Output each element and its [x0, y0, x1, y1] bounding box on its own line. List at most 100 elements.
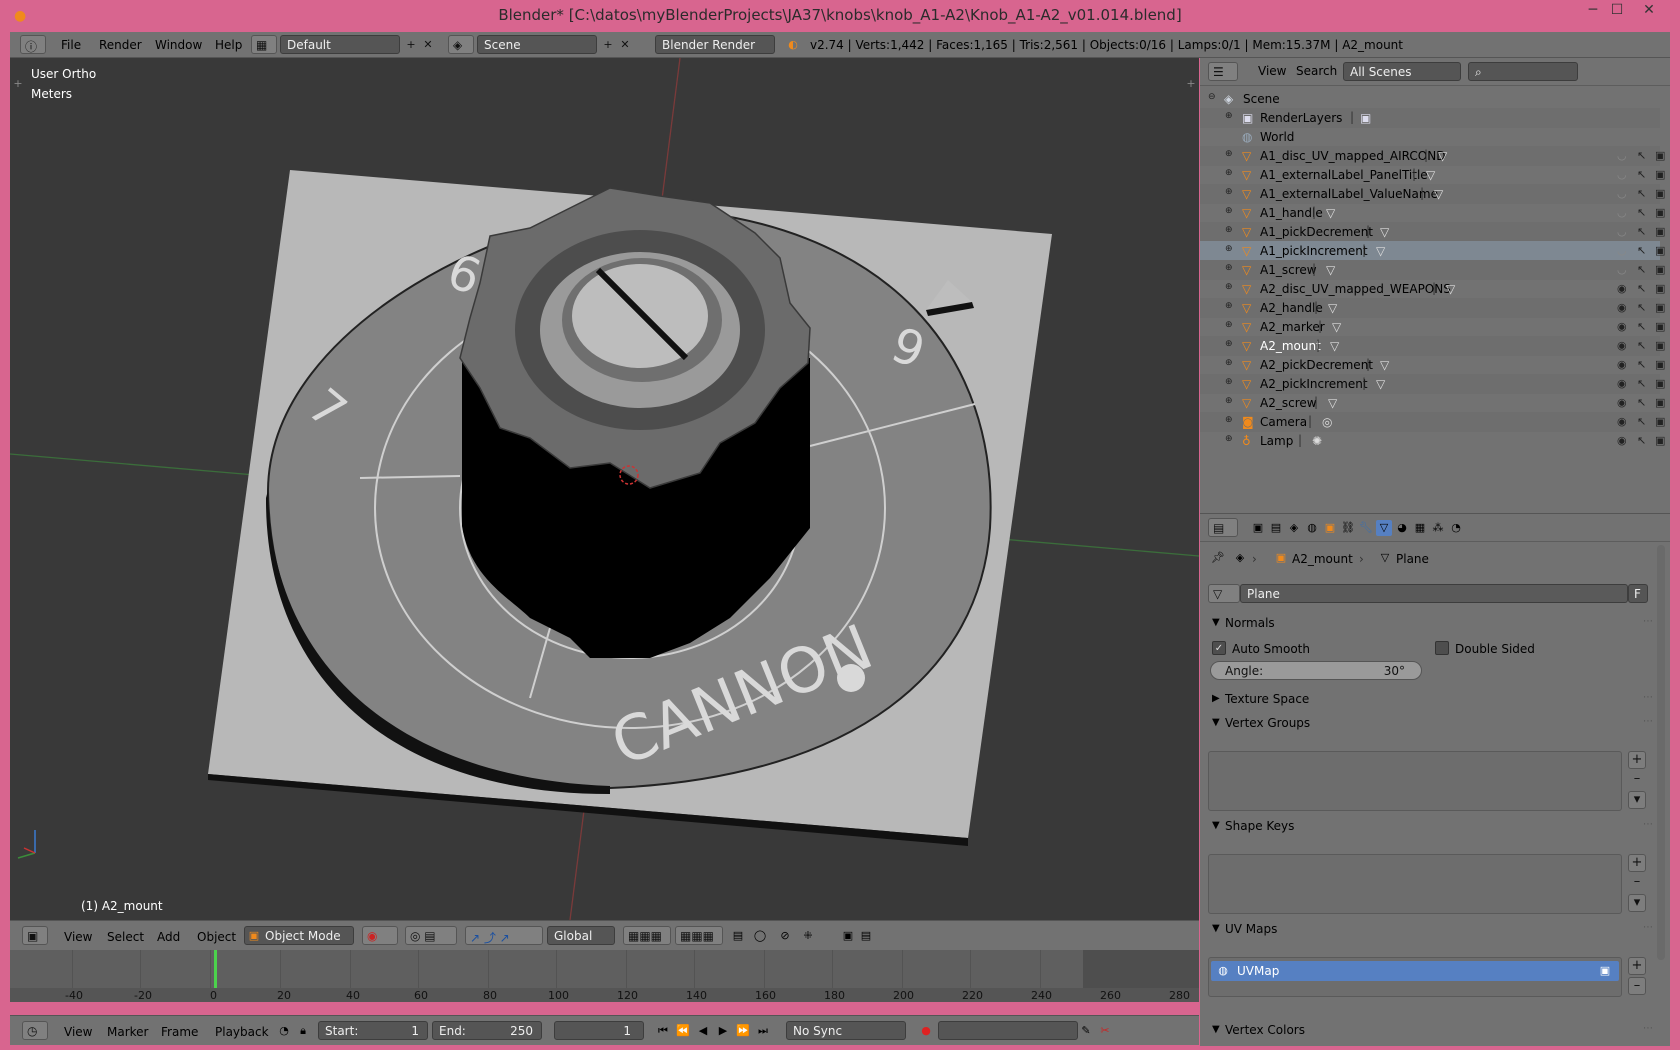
selectable-icon[interactable]: ↖	[1637, 358, 1646, 371]
visibility-icon[interactable]: ◡	[1617, 187, 1627, 200]
outliner-item-mesh[interactable]: ⊕ ▽ A2_handle | ▽ ◉ ↖ ▣	[1200, 298, 1665, 318]
selectable-icon[interactable]: ↖	[1637, 282, 1646, 295]
uv-map-add-button[interactable]: +	[1628, 957, 1646, 975]
shape-keys-list[interactable]	[1208, 854, 1622, 914]
menu-select[interactable]: Select	[107, 930, 144, 944]
visibility-icon[interactable]: ◡	[1617, 149, 1627, 162]
insert-keyframe-icon[interactable]: ✎	[1078, 1023, 1094, 1039]
outliner-item-mesh[interactable]: ⊕ ▽ A1_pickIncrement | ▽ ◡ ↖ ▣	[1200, 241, 1665, 261]
expand-icon[interactable]: ⊕	[1225, 320, 1233, 330]
outliner-item-lamp[interactable]: ⊕ ♁ Lamp | ✺ ◉ ↖ ▣	[1200, 431, 1665, 451]
selectable-icon[interactable]: ↖	[1637, 396, 1646, 409]
close-button[interactable]: ✕	[1636, 2, 1662, 24]
outliner-display-mode-dropdown[interactable]: All Scenes	[1343, 62, 1461, 81]
selectable-icon[interactable]: ↖	[1637, 434, 1646, 447]
shape-key-menu-button[interactable]: ▾	[1628, 894, 1646, 912]
uv-maps-panel-header[interactable]: ▼ UV Maps ⋯	[1207, 919, 1657, 941]
expand-icon[interactable]: ⊕	[1225, 396, 1233, 406]
outliner-item-mesh[interactable]: ⊕ ▽ A2_pickIncrement | ▽ ◉ ↖ ▣	[1200, 374, 1665, 394]
render-tab-icon[interactable]: ▣	[1250, 520, 1266, 536]
layout-selector-icon[interactable]: ▦	[251, 35, 277, 54]
expand-icon[interactable]: ⊕	[1225, 377, 1233, 387]
renderable-icon[interactable]: ▣	[1655, 168, 1665, 181]
menu-window[interactable]: Window	[155, 38, 202, 52]
snap-element-icon[interactable]: ⁜	[800, 928, 816, 944]
selectable-icon[interactable]: ↖	[1637, 244, 1646, 257]
visibility-icon[interactable]: ◡	[1617, 206, 1627, 219]
minimize-button[interactable]: ─	[1580, 2, 1606, 24]
outliner-menu-view[interactable]: View	[1258, 64, 1286, 78]
visibility-icon[interactable]: ◡	[1617, 168, 1627, 181]
selectable-icon[interactable]: ↖	[1637, 377, 1646, 390]
editor-type-info-button[interactable]: ⓘ	[20, 35, 46, 54]
uv-map-remove-button[interactable]: –	[1628, 977, 1646, 995]
menu-add[interactable]: Add	[157, 930, 180, 944]
visibility-icon[interactable]: ◉	[1617, 396, 1627, 409]
start-frame-field[interactable]: Start: 1	[318, 1021, 428, 1040]
current-frame-indicator[interactable]	[214, 950, 217, 990]
selectable-icon[interactable]: ↖	[1637, 187, 1646, 200]
uv-maps-list[interactable]: ◍ UVMap ▣	[1208, 957, 1622, 997]
menu-help[interactable]: Help	[215, 38, 242, 52]
scene-field[interactable]: Scene	[477, 35, 597, 54]
remove-layout-icon[interactable]: ✕	[420, 37, 436, 53]
visibility-icon[interactable]: ◉	[1617, 434, 1627, 447]
timeline-area[interactable]: -40 -20 0 20 40 60 80 100 120 140 160 18…	[10, 950, 1199, 1002]
sync-mode-dropdown[interactable]: No Sync	[786, 1021, 906, 1040]
proportional-edit-icon[interactable]: ◯	[752, 928, 768, 944]
renderable-icon[interactable]: ▣	[1655, 434, 1665, 447]
vertex-colors-panel-header[interactable]: ▼ Vertex Colors ⋯	[1207, 1020, 1657, 1042]
visibility-icon[interactable]: ◉	[1617, 282, 1627, 295]
menu-file[interactable]: File	[61, 38, 81, 52]
texture-tab-icon[interactable]: ▦	[1412, 520, 1428, 536]
renderable-icon[interactable]: ▣	[1655, 358, 1665, 371]
expand-icon[interactable]: ⊕	[1225, 149, 1233, 159]
normals-panel-header[interactable]: ▼ Normals ⋯	[1207, 613, 1657, 635]
renderable-icon[interactable]: ▣	[1655, 377, 1665, 390]
vertex-group-menu-button[interactable]: ▾	[1628, 791, 1646, 809]
properties-scrollbar[interactable]	[1657, 545, 1665, 960]
render-engine-dropdown[interactable]: Blender Render	[655, 35, 775, 54]
timeline-menu-view[interactable]: View	[64, 1025, 92, 1039]
editor-type-properties-button[interactable]: ▤	[1208, 518, 1238, 537]
expand-icon[interactable]: ⊕	[1225, 187, 1233, 197]
visibility-icon[interactable]: ◡	[1617, 225, 1627, 238]
outliner-item-mesh[interactable]: ⊕ ▽ A1_externalLabel_ValueName | ▽ ◡ ↖ ▣	[1200, 184, 1665, 204]
selectable-icon[interactable]: ↖	[1637, 149, 1646, 162]
visibility-icon[interactable]: ◡	[1617, 244, 1627, 257]
outliner-item-mesh[interactable]: ⊕ ▽ A2_disc_UV_mapped_WEAPONS | ▽ ◉ ↖ ▣	[1200, 279, 1665, 299]
renderable-icon[interactable]: ▣	[1655, 244, 1665, 257]
shape-key-add-button[interactable]: +	[1628, 854, 1646, 872]
uv-map-row-selected[interactable]: ◍ UVMap ▣	[1211, 961, 1619, 981]
mesh-data-tab-icon[interactable]: ▽	[1376, 520, 1392, 536]
selectable-icon[interactable]: ↖	[1637, 320, 1646, 333]
editor-type-timeline-button[interactable]: ◷	[22, 1021, 48, 1040]
mesh-datablock-field[interactable]: Plane	[1240, 584, 1628, 603]
material-tab-icon[interactable]: ◕	[1394, 520, 1410, 536]
lock-layers-icon[interactable]: ▤	[730, 928, 746, 944]
selectable-icon[interactable]: ↖	[1637, 301, 1646, 314]
outliner-item-mesh[interactable]: ⊕ ▽ A2_pickDecrement | ▽ ◉ ↖ ▣	[1200, 355, 1665, 375]
outliner-search-input[interactable]: ⌕	[1468, 62, 1578, 81]
outliner-item-mesh[interactable]: ⊕ ▽ A1_disc_UV_mapped_AIRCOND | ▽ ◡ ↖ ▣	[1200, 146, 1665, 166]
outliner-item-scene[interactable]: ⊖ ◈ Scene	[1200, 89, 1660, 109]
record-icon[interactable]: ●	[918, 1023, 934, 1039]
vertex-group-add-button[interactable]: +	[1628, 751, 1646, 769]
visibility-icon[interactable]: ◉	[1617, 339, 1627, 352]
renderable-icon[interactable]: ▣	[1655, 301, 1665, 314]
expand-icon[interactable]: ⊕	[1225, 225, 1233, 235]
expand-icon[interactable]: ⊕	[1225, 206, 1233, 216]
shape-keys-panel-header[interactable]: ▼ Shape Keys ⋯	[1207, 816, 1657, 838]
renderable-icon[interactable]: ▣	[1655, 396, 1665, 409]
render-layers-tab-icon[interactable]: ▤	[1268, 520, 1284, 536]
uv-render-toggle-icon[interactable]: ▣	[1597, 963, 1613, 979]
timeline-menu-playback[interactable]: Playback	[215, 1025, 269, 1039]
delete-keyframe-icon[interactable]: ✂	[1097, 1023, 1113, 1039]
selectable-icon[interactable]: ↖	[1637, 263, 1646, 276]
jump-keyframe-forward-icon[interactable]: ⏩	[735, 1023, 751, 1039]
pin-icon[interactable]: 📌︎	[1210, 550, 1226, 566]
expand-icon[interactable]: ⊕	[1225, 168, 1233, 178]
jump-start-icon[interactable]: ⏮	[655, 1023, 671, 1039]
outliner-item-camera[interactable]: ⊕ ◙ Camera | ◎ ◉ ↖ ▣	[1200, 412, 1665, 432]
editor-type-3d-button[interactable]: ▣	[22, 926, 48, 945]
